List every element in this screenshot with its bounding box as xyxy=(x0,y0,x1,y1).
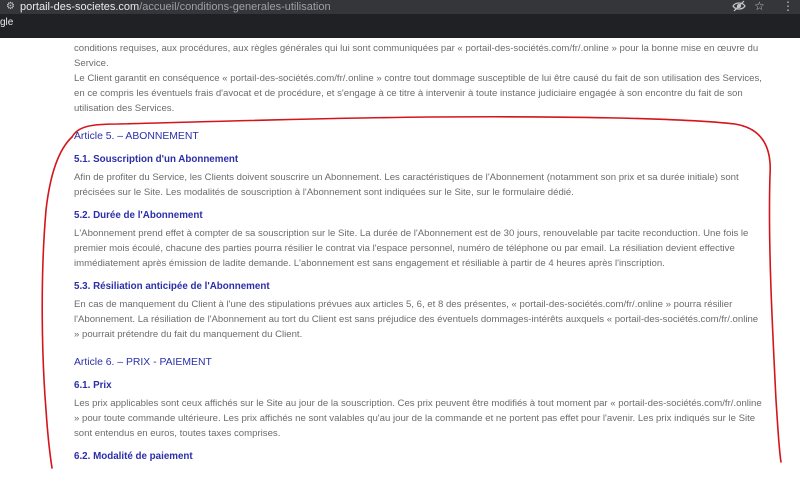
url-field[interactable]: portail-des-societes.com/accueil/conditi… xyxy=(20,1,331,13)
section-5-2-text: L'Abonnement prend effet à compter de sa… xyxy=(74,228,749,269)
browser-address-bar: ⚙ portail-des-societes.com/accueil/condi… xyxy=(0,0,800,14)
article-6-title: Article 6. – PRIX - PAIEMENT xyxy=(74,357,212,368)
section-6-2-title: 6.2. Modalité de paiement xyxy=(74,451,193,462)
intro-paragraph-1: conditions requises, aux procédures, aux… xyxy=(74,43,759,69)
url-path: /accueil/conditions-generales-utilisatio… xyxy=(139,1,331,13)
eye-slash-icon[interactable] xyxy=(732,0,746,13)
annotation-stroke-left xyxy=(41,136,73,469)
section-6-1-title: 6.1. Prix xyxy=(74,380,112,391)
bookmark-item[interactable]: gle xyxy=(0,11,13,35)
section-5-3-title: 5.3. Résiliation anticipée de l'Abonneme… xyxy=(74,281,270,292)
section-5-1-text: Afin de profiter du Service, les Clients… xyxy=(74,172,739,198)
section-6-1-text: Les prix applicables sont ceux affichés … xyxy=(74,398,762,439)
bookmarks-bar: gle xyxy=(0,14,800,38)
section-5-2-title: 5.2. Durée de l'Abonnement xyxy=(74,210,203,221)
section-5-1-title: 5.1. Souscription d'un Abonnement xyxy=(74,154,239,165)
article-5-title: Article 5. – ABONNEMENT xyxy=(74,131,199,142)
intro-paragraph-2: Le Client garantit en conséquence « port… xyxy=(74,73,762,114)
section-5-3-text: En cas de manquement du Client à l'une d… xyxy=(74,299,759,340)
terms-content: conditions requises, aux procédures, aux… xyxy=(74,38,764,467)
more-menu-icon[interactable]: ⋮ xyxy=(782,0,794,12)
url-host: portail-des-societes.com xyxy=(20,1,140,13)
bookmark-star-icon[interactable]: ☆ xyxy=(754,0,765,12)
